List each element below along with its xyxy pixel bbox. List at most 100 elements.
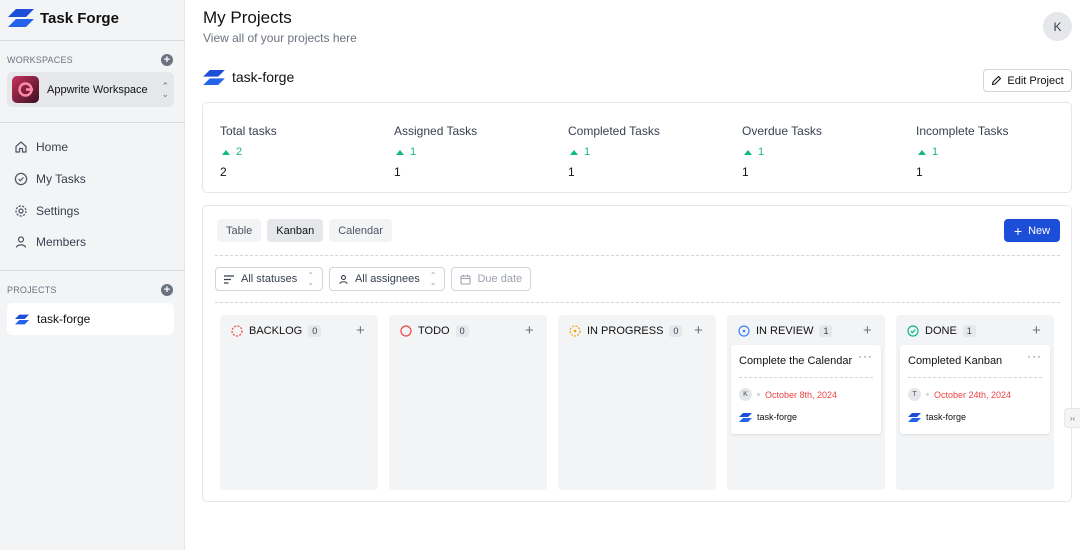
logo-icon: [8, 9, 34, 27]
dot-separator: [757, 393, 760, 396]
column-header: BACKLOG 0: [231, 323, 322, 339]
task-meta: T October 24th, 2024: [908, 388, 1011, 401]
nav-item-settings[interactable]: Settings: [14, 201, 79, 221]
column-header: DONE 1: [907, 323, 976, 339]
tab-kanban[interactable]: Kanban: [267, 219, 324, 242]
nav-item-home[interactable]: Home: [14, 137, 68, 157]
projects-label: PROJECTS: [7, 285, 57, 295]
trend-up-icon: [918, 149, 926, 155]
stat-trend-value: 1: [758, 146, 765, 158]
divider: [739, 377, 873, 378]
kanban-column-in-progress: IN PROGRESS 0 +: [558, 315, 716, 490]
page-title: My Projects: [203, 8, 292, 27]
add-task-icon[interactable]: +: [1032, 322, 1041, 339]
check-circle-icon: [907, 325, 919, 337]
more-horizontal-icon[interactable]: ···: [1027, 349, 1042, 363]
task-project-name: task-forge: [926, 412, 967, 422]
task-due-date: October 8th, 2024: [765, 389, 838, 400]
kanban-column-todo: TODO 0 +: [389, 315, 547, 490]
assignee-avatar: K: [739, 388, 752, 401]
circle-dot-dashed-icon: [569, 325, 581, 337]
column-header: IN REVIEW 1: [738, 323, 833, 339]
task-meta: K October 8th, 2024: [739, 388, 837, 401]
column-title: IN PROGRESS: [587, 325, 664, 337]
divider: [0, 270, 185, 271]
stat-value: 2: [220, 165, 227, 179]
stat-label: Overdue Tasks: [742, 124, 822, 138]
column-title: IN REVIEW: [756, 325, 814, 337]
add-project-icon[interactable]: +: [161, 284, 173, 296]
assignee-filter[interactable]: All assignees ⌃ ⌄: [328, 267, 446, 291]
calendar-icon: [460, 274, 472, 285]
task-project: task-forge: [908, 412, 966, 422]
divider: [0, 122, 185, 123]
task-project: task-forge: [739, 412, 797, 422]
add-workspace-icon[interactable]: +: [161, 54, 173, 66]
column-count: 0: [455, 325, 469, 337]
workspace-logo-icon: [12, 76, 39, 103]
workspace-name: Appwrite Workspace: [47, 83, 148, 96]
list-filter-icon: [224, 274, 234, 284]
status-filter[interactable]: All statuses ⌃ ⌄: [215, 267, 323, 291]
add-task-icon[interactable]: +: [863, 322, 872, 339]
kanban-column-done: DONE 1 + Completed Kanban ··· T October …: [896, 315, 1054, 490]
nav-item-my-tasks[interactable]: My Tasks: [14, 169, 86, 189]
stat-trend-value: 1: [584, 146, 591, 158]
tab-calendar[interactable]: Calendar: [329, 219, 392, 242]
gear-icon: [15, 205, 27, 217]
task-view-panel: Table Kanban Calendar + New All statuses…: [202, 205, 1072, 502]
nav-label: Settings: [36, 204, 80, 218]
add-task-icon[interactable]: +: [525, 322, 534, 339]
divider: [908, 377, 1042, 378]
tab-table[interactable]: Table: [217, 219, 262, 242]
nav-label: My Tasks: [36, 172, 86, 186]
sidebar-project-task-forge[interactable]: task-forge: [7, 303, 174, 335]
chevron-up-down-icon: ⌃ ⌄: [307, 271, 314, 287]
stat-value: 1: [742, 165, 749, 179]
stat-trend: 1: [742, 146, 764, 158]
main-content: My Projects View all of your projects he…: [185, 0, 1080, 550]
stat-trend-value: 1: [410, 146, 417, 158]
trend-up-icon: [396, 149, 404, 155]
kanban-column-backlog: BACKLOG 0 +: [220, 315, 378, 490]
user-icon: [339, 274, 348, 284]
due-date-filter[interactable]: Due date: [451, 267, 532, 291]
stat-value: 1: [394, 165, 401, 179]
more-horizontal-icon[interactable]: ···: [858, 349, 873, 363]
stat-label: Assigned Tasks: [394, 124, 478, 138]
edit-project-label: Edit Project: [1007, 74, 1064, 87]
add-task-icon[interactable]: +: [356, 322, 365, 339]
new-task-button[interactable]: + New: [1004, 219, 1060, 242]
stat-value: 1: [568, 165, 575, 179]
brand[interactable]: Task Forge: [8, 6, 119, 30]
edit-project-button[interactable]: Edit Project: [983, 69, 1072, 92]
column-count: 0: [669, 325, 683, 337]
chevron-up-down-icon: ⌃ ⌄: [429, 271, 437, 287]
check-circle-icon: [14, 172, 28, 186]
task-title: Completed Kanban: [908, 355, 1003, 367]
workspace-switcher[interactable]: Appwrite Workspace ⌃ ⌄: [7, 72, 174, 107]
task-card[interactable]: Completed Kanban ··· T October 24th, 202…: [900, 345, 1050, 434]
scroll-handle-icon[interactable]: ›‹: [1064, 408, 1080, 428]
stat-label: Total tasks: [220, 124, 277, 138]
stats-panel: Total tasks 2 2 Assigned Tasks 1 1 Compl…: [202, 102, 1072, 193]
trend-up-icon: [222, 149, 230, 155]
nav-label: Members: [36, 235, 87, 249]
sidebar: Task Forge WORKSPACES + Appwrite Workspa…: [0, 0, 185, 550]
user-avatar[interactable]: K: [1043, 12, 1072, 41]
add-task-icon[interactable]: +: [694, 322, 703, 339]
circle-icon: [400, 325, 412, 337]
divider: [215, 255, 1060, 256]
column-count: 1: [962, 325, 976, 337]
task-title: Complete the Calendar: [739, 355, 853, 367]
filters-bar: All statuses ⌃ ⌄ All assignees ⌃ ⌄ Due dat…: [215, 267, 532, 291]
workspaces-label: WORKSPACES: [7, 55, 73, 65]
app-name: Task Forge: [40, 9, 119, 27]
column-count: 0: [308, 325, 322, 337]
column-title: TODO: [418, 325, 450, 337]
task-card[interactable]: Complete the Calendar ··· K October 8th,…: [731, 345, 881, 434]
nav-item-members[interactable]: Members: [14, 232, 86, 252]
project-logo-icon: [908, 412, 921, 422]
dot-separator: [926, 393, 929, 396]
project-header: task-forge: [203, 69, 294, 85]
